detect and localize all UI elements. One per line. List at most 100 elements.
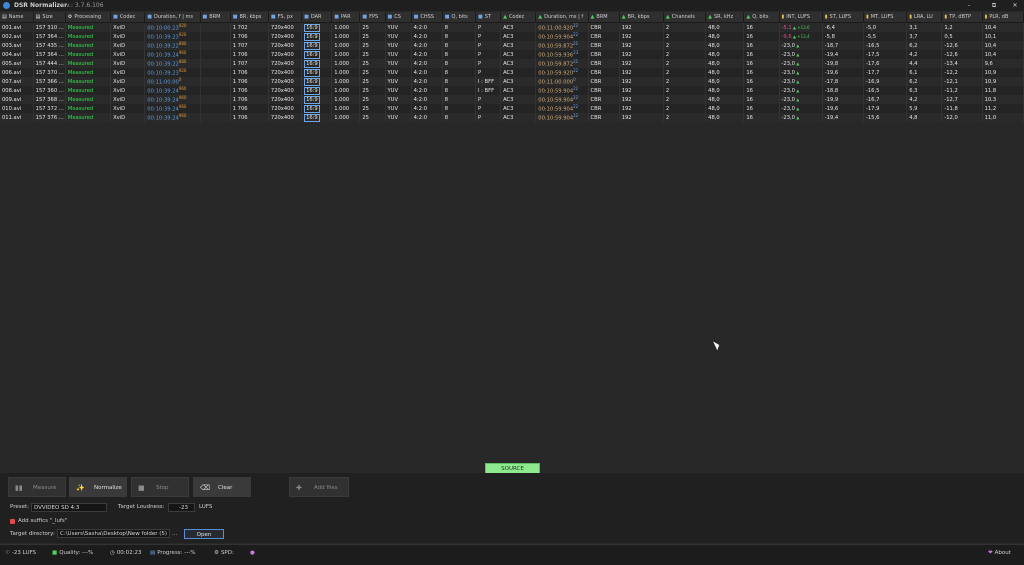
cell-st: P — [475, 95, 502, 104]
cell-st-value: I : BFF — [477, 78, 495, 85]
target-loudness-spinner[interactable]: -23 — [168, 503, 195, 512]
column-header[interactable]: ■ Q, bits — [442, 12, 476, 23]
add-suffix-checkbox[interactable] — [10, 519, 15, 524]
cell-fps: 25 — [359, 77, 386, 86]
column-header[interactable]: ■ PAR — [331, 12, 361, 23]
cell-lra: 4,4 — [906, 59, 943, 68]
cell-chss: 4:2:0 — [411, 32, 443, 41]
column-header[interactable]: ▮ TP, dBTP — [941, 12, 983, 23]
column-header[interactable]: ■ Codec — [110, 12, 146, 23]
column-header[interactable]: ■ BRM — [200, 12, 231, 23]
column-header[interactable]: ▲ Q, bits — [743, 12, 780, 23]
cell-fs-value: 720x400 — [270, 33, 294, 40]
cell-cs-value: YUV — [387, 51, 399, 58]
column-header[interactable]: ▮ LRA, LU — [906, 12, 943, 23]
clear-button[interactable]: ⌫ Clear — [193, 477, 251, 497]
cell-dar-value: 16:9 — [304, 113, 320, 122]
browse-button[interactable]: ... — [172, 531, 177, 537]
cell-acodec-value: AC3 — [503, 60, 514, 67]
cell-br-value: 1 702 — [232, 24, 248, 31]
cell-codec: XviD — [110, 77, 146, 86]
cell-processing-value: Measured — [67, 33, 94, 40]
table-row[interactable]: 006.avi 157 370 ... Measured XviD 00:10:39.2… — [0, 68, 1024, 77]
cell-channels-value: 2 — [665, 78, 670, 85]
table-row[interactable]: 005.avi 157 444 ... Measured XviD 00:10:39.2… — [0, 59, 1024, 68]
preset-select[interactable]: DVVIDEO SD 4:3 — [31, 503, 107, 512]
status-time-text: 00:02:23 — [116, 550, 142, 556]
column-header[interactable]: ■ Duration, f | ms — [144, 12, 201, 23]
column-header[interactable]: ▲ Duration, ms | f — [535, 12, 589, 23]
add-files-button[interactable]: ✚ Add files — [289, 477, 349, 497]
cell-tp-value: -12,1 — [944, 78, 958, 85]
table-row[interactable]: 010.avi 157 372 ... Measured XviD 00:10:39.2… — [0, 104, 1024, 113]
column-header[interactable]: ▲ SR, kHz — [705, 12, 745, 23]
cell-abrm: CBR — [588, 77, 620, 86]
column-header[interactable]: ■ CS — [385, 12, 412, 23]
cell-abr: 192 — [619, 86, 664, 95]
cell-aq-value: 16 — [746, 114, 753, 121]
column-header[interactable]: ▲ Channels — [663, 12, 707, 23]
cell-st: P — [475, 59, 502, 68]
cell-aq: 16 — [743, 86, 780, 95]
about-button[interactable]: ❤ About — [988, 550, 1011, 556]
cell-abrm: CBR — [588, 104, 620, 113]
cell-br-value: 1 706 — [232, 87, 248, 94]
cell-fps: 25 — [359, 104, 386, 113]
table-row[interactable]: 007.avi 157 366 ... Measured XviD 00:11:00.0… — [0, 77, 1024, 86]
column-header[interactable]: ▮ ST, LUFS — [822, 12, 864, 23]
column-header[interactable]: ■ FS, px — [268, 12, 303, 23]
column-header[interactable]: ▲ BRM — [588, 12, 620, 23]
title-bar: DSR Normalizer v.: 3.7.6.106 – ⧉ ✕ — [0, 0, 1024, 11]
cell-processing: Measured — [65, 68, 112, 77]
target-directory-field[interactable]: C:\Users\Sasha\Desktop\New folder (5) — [57, 529, 170, 538]
table-row[interactable]: 002.avi 157 364 ... Measured XviD 00:10:39.2… — [0, 32, 1024, 41]
cell-sr: 48,0 — [705, 32, 745, 41]
stop-button[interactable]: ■ Stop — [131, 477, 189, 497]
column-header[interactable]: ▮ MT, LUFS — [863, 12, 908, 23]
column-header[interactable]: ▲ BR, kbps — [619, 12, 664, 23]
cell-vdur-value: 00:11:00.00 — [147, 79, 179, 86]
column-header[interactable]: ⚙ Processing — [65, 12, 112, 23]
column-header[interactable]: ■ FPS — [359, 12, 386, 23]
column-header[interactable]: ▲ Codec — [500, 12, 537, 23]
cell-plr: 11,0 — [982, 113, 1024, 122]
table-row[interactable]: 008.avi 157 360 ... Measured XviD 00:10:39.2… — [0, 86, 1024, 95]
cell-dar: 16:9 — [301, 41, 333, 50]
cell-vdur: 00:10:39.24960 — [144, 95, 201, 104]
cell-st: P — [475, 104, 502, 113]
column-header[interactable]: ■ DAR — [301, 12, 333, 23]
maximize-button[interactable]: ⧉ — [987, 1, 1001, 10]
cell-mtl: -5,5 — [863, 32, 908, 41]
cell-processing-value: Measured — [67, 60, 94, 67]
cell-aq: 16 — [743, 41, 780, 50]
cell-abr: 192 — [619, 68, 664, 77]
cell-aq-value: 16 — [746, 24, 753, 31]
cell-abrm-value: CBR — [590, 51, 602, 58]
cell-dar: 16:9 — [301, 59, 333, 68]
cell-vdur-value: 00:10:39.22 — [147, 61, 179, 68]
column-header[interactable]: ▤ Size — [33, 12, 66, 23]
table-row[interactable]: 003.avi 157 435 ... Measured XviD 00:10:39.2… — [0, 41, 1024, 50]
cell-adur: 00:10:59.90422 — [535, 95, 589, 104]
table-row[interactable]: 001.avi 157 310 ... Measured XviD 00:10:00.2… — [0, 22, 1024, 32]
table-row[interactable]: 004.avi 157 364 ... Measured XviD 00:10:39.2… — [0, 50, 1024, 59]
heart-icon: ❤ — [988, 550, 993, 556]
column-header[interactable]: ▮ PLR, dB — [982, 12, 1024, 23]
measure-button[interactable]: ▮▮ Measure — [8, 477, 66, 497]
column-header[interactable]: ▤ Name — [0, 12, 34, 23]
cell-br: 1 706 — [230, 86, 269, 95]
minimize-button[interactable]: – — [962, 1, 976, 10]
table-row[interactable]: 011.avi 157 376 ... Measured XviD 00:10:39.2… — [0, 113, 1024, 122]
cell-mtl: -17,6 — [863, 59, 908, 68]
open-button[interactable]: Open — [184, 529, 224, 539]
speed-icon: ⚙ — [214, 550, 219, 556]
close-button[interactable]: ✕ — [1008, 1, 1022, 10]
column-header-label: FS, px — [277, 14, 293, 20]
column-header[interactable]: ■ CHSS — [411, 12, 443, 23]
column-header[interactable]: ▮ INT, LUFS — [779, 12, 823, 23]
column-header[interactable]: ■ BR, kbps — [230, 12, 269, 23]
table-row[interactable]: 009.avi 157 368 ... Measured XviD 00:10:39.2… — [0, 95, 1024, 104]
column-header[interactable]: ■ ST — [475, 12, 502, 23]
cell-abrm-value: CBR — [590, 69, 602, 76]
normalize-button[interactable]: ✨ Normalize — [69, 477, 127, 497]
